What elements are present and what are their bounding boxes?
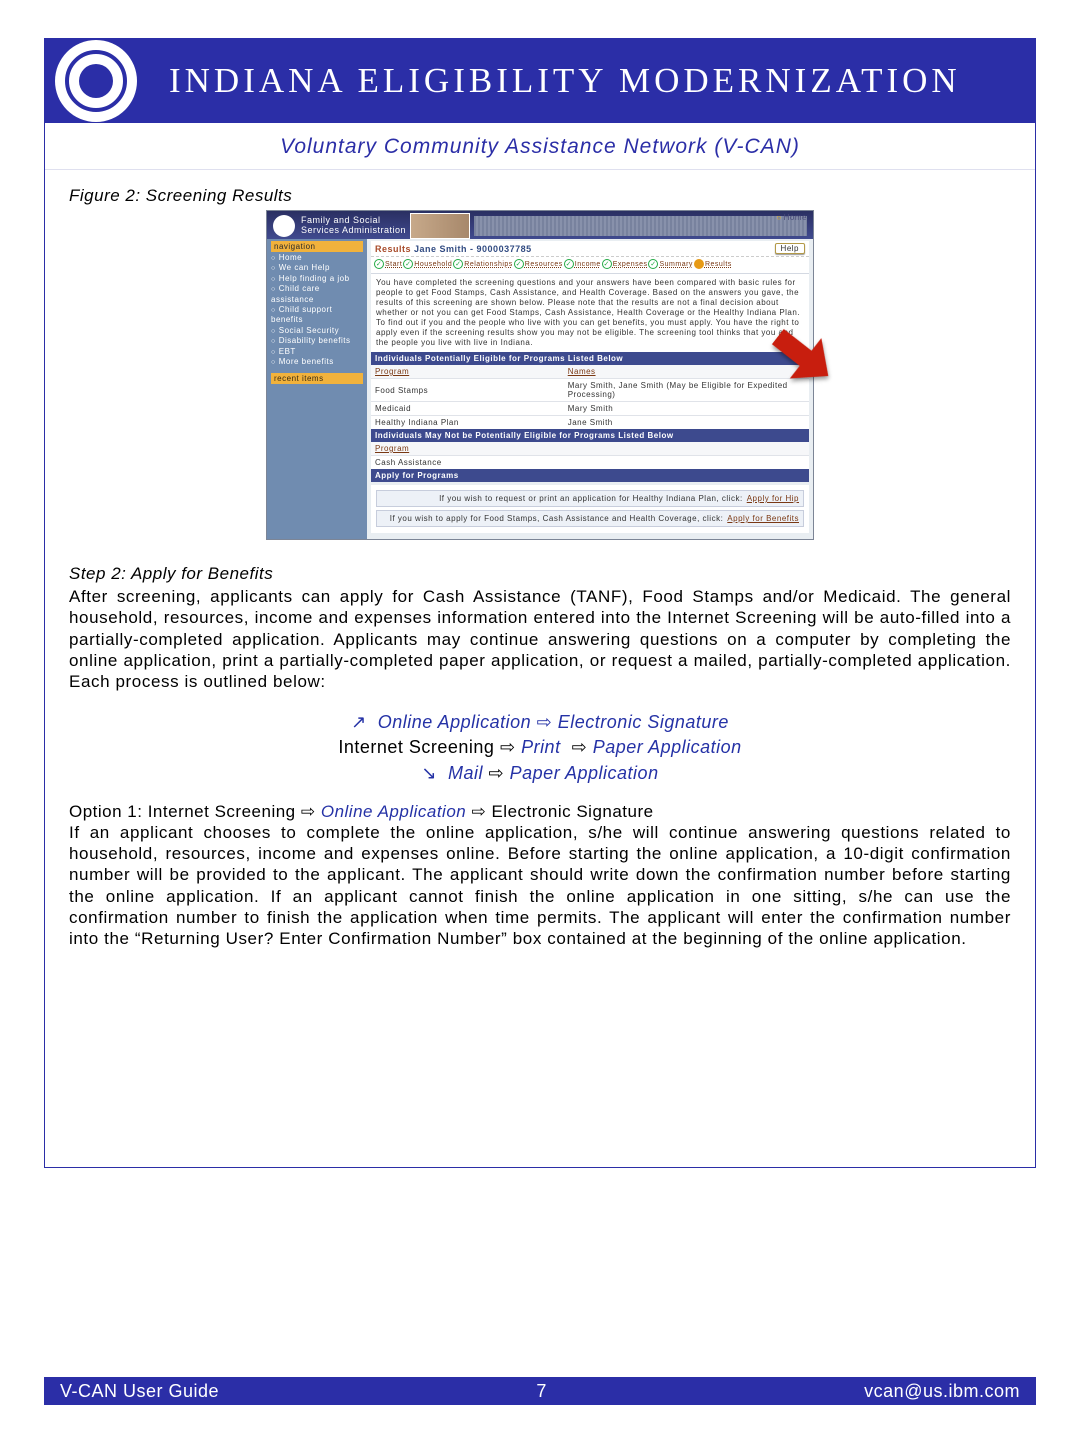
header-banner: INDIANA ELIGIBILITY MODERNIZATION: [45, 39, 1035, 123]
wizard-step-resources[interactable]: Resources: [514, 259, 563, 269]
arrow-up-right-icon: ↗: [351, 712, 367, 732]
wizard-steps: StartHouseholdRelationshipsResourcesInco…: [371, 257, 809, 274]
wizard-step-summary[interactable]: Summary: [648, 259, 692, 269]
sidebar-item-3[interactable]: Child care assistance: [271, 284, 363, 305]
fssa-logo-icon: [273, 215, 295, 237]
check-icon: [564, 259, 574, 269]
wizard-step-start[interactable]: Start: [374, 259, 402, 269]
check-icon: [648, 259, 658, 269]
sidebar-item-6[interactable]: Disability benefits: [271, 336, 363, 346]
wizard-step-relationships[interactable]: Relationships: [453, 259, 513, 269]
check-icon: [514, 259, 524, 269]
process-flow: ↗ Online Application ⇨ Electronic Signat…: [69, 710, 1011, 786]
nav-heading: navigation: [271, 241, 363, 252]
footer-page-number: 7: [536, 1381, 547, 1402]
sidebar-item-2[interactable]: Help finding a job: [271, 274, 363, 284]
sidebar-item-5[interactable]: Social Security: [271, 326, 363, 336]
page-subtitle: Voluntary Community Assistance Network (…: [45, 123, 1035, 170]
sidebar-item-8[interactable]: More benefits: [271, 357, 363, 367]
col-program[interactable]: Program: [371, 365, 564, 379]
check-icon: [694, 259, 704, 269]
wizard-step-results[interactable]: Results: [694, 259, 732, 269]
apply-link-1[interactable]: Apply for Benefits: [727, 514, 799, 523]
wizard-step-expenses[interactable]: Expenses: [602, 259, 648, 269]
sidebar-item-1[interactable]: We can Help: [271, 263, 363, 273]
sidebar-item-0[interactable]: Home: [271, 253, 363, 263]
agency-title: Family and Social Services Administratio…: [301, 216, 406, 235]
home-link[interactable]: Home: [776, 213, 807, 222]
screening-intro-text: You have completed the screening questio…: [371, 274, 809, 352]
page-title: INDIANA ELIGIBILITY MODERNIZATION: [169, 61, 961, 101]
fssa-seal-icon: [55, 40, 137, 122]
ss-topbar: Family and Social Services Administratio…: [267, 211, 813, 239]
check-icon: [403, 259, 413, 269]
apply-link-0[interactable]: Apply for Hip: [747, 494, 799, 503]
page-footer: V-CAN User Guide 7 vcan@us.ibm.com: [44, 1377, 1036, 1405]
results-header-row: Results Jane Smith - 9000037785 Help: [371, 241, 809, 257]
table-row: MedicaidMary Smith: [371, 402, 809, 416]
check-icon: [374, 259, 384, 269]
apply-item: If you wish to request or print an appli…: [376, 490, 804, 507]
wizard-step-income[interactable]: Income: [564, 259, 601, 269]
check-icon: [602, 259, 612, 269]
footer-left: V-CAN User Guide: [60, 1381, 219, 1402]
ss-sidebar: navigation HomeWe can HelpHelp finding a…: [267, 239, 367, 539]
figure-caption: Figure 2: Screening Results: [69, 186, 1011, 206]
help-button[interactable]: Help: [775, 243, 805, 254]
table-row: Food StampsMary Smith, Jane Smith (May b…: [371, 379, 809, 402]
col-program-2[interactable]: Program: [371, 442, 809, 456]
eligible-heading: Individuals Potentially Eligible for Pro…: [371, 352, 809, 365]
table-row: Healthy Indiana PlanJane Smith: [371, 416, 809, 430]
check-icon: [453, 259, 463, 269]
apply-item: If you wish to apply for Food Stamps, Ca…: [376, 510, 804, 527]
results-person: Jane Smith - 9000037785: [414, 244, 532, 254]
results-label: Results: [375, 244, 411, 254]
sidebar-item-4[interactable]: Child support benefits: [271, 305, 363, 326]
step2-paragraph: After screening, applicants can apply fo…: [69, 586, 1011, 692]
sidebar-item-7[interactable]: EBT: [271, 347, 363, 357]
step2-heading: Step 2: Apply for Benefits: [69, 564, 1011, 584]
embedded-screenshot: Family and Social Services Administratio…: [266, 210, 814, 540]
footer-email: vcan@us.ibm.com: [864, 1381, 1020, 1402]
not-eligible-heading: Individuals May Not be Potentially Eligi…: [371, 429, 809, 442]
arrow-down-right-icon: ↘: [421, 763, 437, 783]
table-row: Cash Assistance: [371, 456, 809, 470]
wizard-step-household[interactable]: Household: [403, 259, 452, 269]
not-eligible-table: Program Cash Assistance: [371, 442, 809, 469]
recent-items-heading: recent items: [271, 373, 363, 384]
eligible-table: Program Names Food StampsMary Smith, Jan…: [371, 365, 809, 429]
option1-paragraph: If an applicant chooses to complete the …: [69, 822, 1011, 950]
family-photo-icon: [410, 213, 470, 239]
option1-heading: Option 1: Internet Screening ⇨ Online Ap…: [69, 802, 1011, 822]
apply-heading: Apply for Programs: [371, 469, 809, 482]
